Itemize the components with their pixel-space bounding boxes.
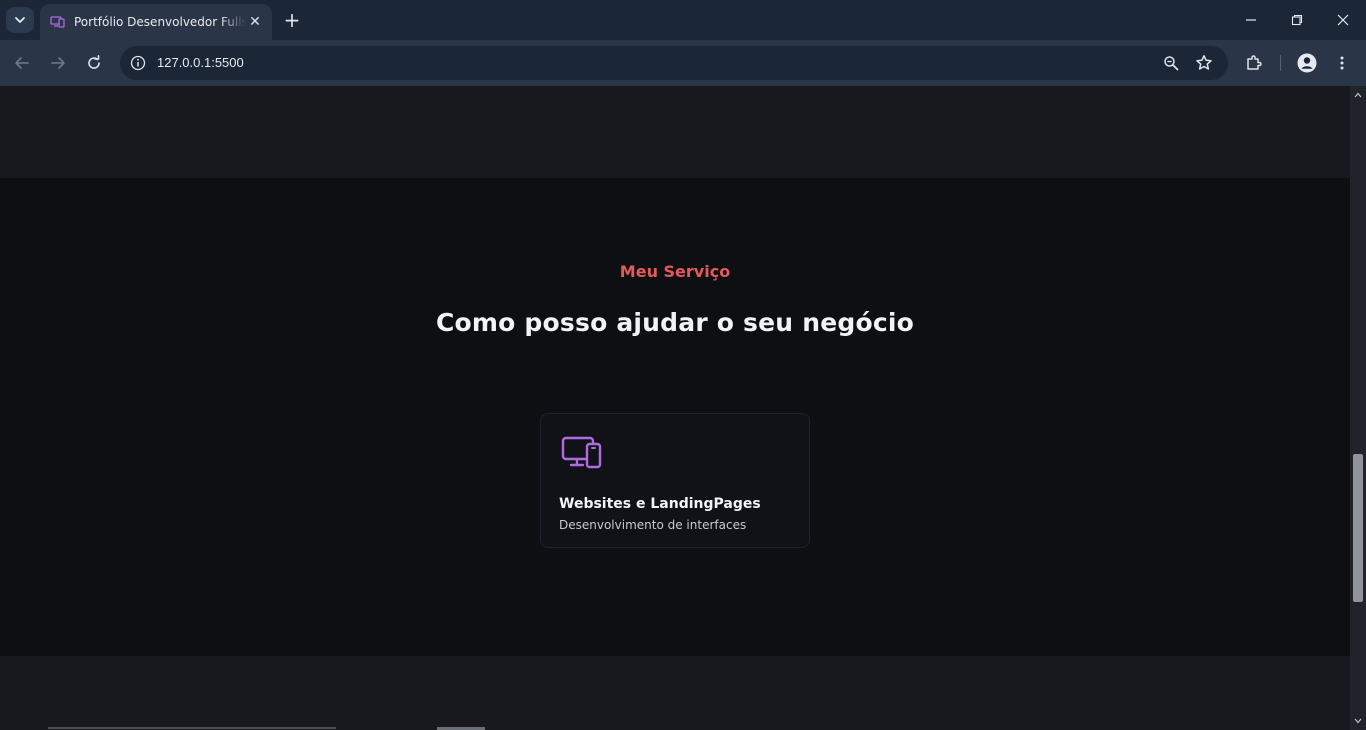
url-text[interactable]: 127.0.0.1:5500 xyxy=(157,55,244,70)
browser-titlebar: Portfólio Desenvolvedor Fullstack ✕ + xyxy=(0,0,1366,40)
forward-button[interactable] xyxy=(46,51,70,75)
more-vertical-icon xyxy=(1340,56,1344,70)
browser-tab-active[interactable]: Portfólio Desenvolvedor Fullstack ✕ xyxy=(40,4,272,40)
reload-button[interactable] xyxy=(82,51,106,75)
tab-search-button[interactable] xyxy=(6,7,34,33)
service-card-title: Websites e LandingPages xyxy=(559,496,761,512)
site-info-icon[interactable] xyxy=(128,53,148,73)
scroll-down-arrow-icon[interactable] xyxy=(1350,714,1366,728)
bookmark-star-icon[interactable] xyxy=(1194,53,1214,73)
horizontal-scroll-track xyxy=(48,727,336,729)
new-tab-button[interactable]: + xyxy=(281,9,303,31)
restore-icon xyxy=(1291,14,1303,26)
devices-icon xyxy=(561,436,602,469)
section-title: Como posso ajudar o seu negócio xyxy=(435,308,914,337)
minimize-button[interactable] xyxy=(1228,0,1274,40)
extensions-button[interactable] xyxy=(1242,51,1266,75)
service-card[interactable]: Websites e LandingPages Desenvolvimento … xyxy=(540,413,810,548)
browser-toolbar: 127.0.0.1:5500 xyxy=(0,40,1366,86)
profile-button[interactable] xyxy=(1295,51,1319,75)
address-bar[interactable]: 127.0.0.1:5500 xyxy=(120,46,1228,80)
tab-close-icon[interactable]: ✕ xyxy=(246,13,264,31)
toolbar-separator xyxy=(1280,55,1281,71)
previous-section xyxy=(0,86,1350,178)
zoom-icon[interactable] xyxy=(1161,53,1181,73)
devices-favicon-icon xyxy=(50,14,66,30)
services-section: Meu Serviço Como posso ajudar o seu negó… xyxy=(0,178,1350,656)
reload-icon xyxy=(88,55,100,69)
minimize-icon xyxy=(1246,19,1256,21)
close-window-button[interactable] xyxy=(1320,0,1366,40)
back-button[interactable] xyxy=(10,51,34,75)
arrow-left-icon xyxy=(15,57,29,69)
close-icon xyxy=(1337,14,1349,26)
browser-menu-button[interactable] xyxy=(1330,51,1354,75)
profile-avatar-icon xyxy=(1297,53,1317,73)
service-card-description: Desenvolvimento de interfaces xyxy=(559,518,747,532)
page-viewport: Meu Serviço Como posso ajudar o seu negó… xyxy=(0,86,1350,730)
scrollbar-thumb[interactable] xyxy=(1353,454,1363,602)
arrow-right-icon xyxy=(51,57,65,69)
tab-title: Portfólio Desenvolvedor Fullstack xyxy=(74,15,246,29)
section-kicker: Meu Serviço xyxy=(619,262,731,281)
puzzle-icon xyxy=(1247,55,1262,70)
restore-button[interactable] xyxy=(1274,0,1320,40)
scroll-up-arrow-icon[interactable] xyxy=(1350,88,1366,102)
vertical-scrollbar[interactable] xyxy=(1350,86,1366,730)
next-section xyxy=(0,656,1350,730)
chevron-down-icon xyxy=(15,17,25,23)
